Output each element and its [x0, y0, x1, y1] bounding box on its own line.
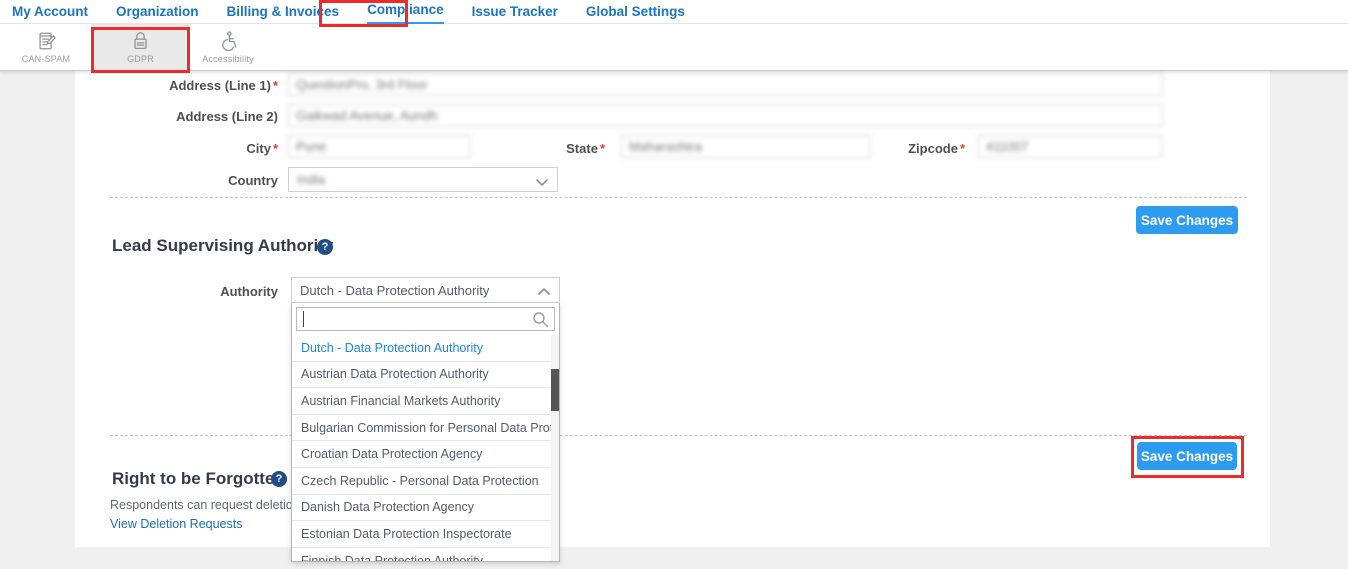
- authority-dropdown-panel: Dutch - Data Protection Authority Austri…: [291, 303, 560, 562]
- compliance-settings-page: My Account Organization Billing & Invoic…: [0, 0, 1348, 569]
- city-input[interactable]: [288, 135, 471, 158]
- authority-option[interactable]: Croatian Data Protection Agency: [292, 441, 552, 468]
- section-divider: [110, 435, 1247, 436]
- nav-issue-tracker[interactable]: Issue Tracker: [472, 1, 558, 23]
- authority-option[interactable]: Austrian Data Protection Authority: [292, 362, 552, 389]
- country-value: India: [297, 172, 325, 187]
- address-line1-label: Address (Line 1)*: [90, 78, 278, 93]
- dropdown-scrollbar-track[interactable]: [551, 335, 559, 561]
- toolbar-label-can-spam: CAN-SPAM: [22, 54, 70, 64]
- required-asterisk: *: [273, 78, 278, 93]
- compliance-toolbar: CAN-SPAM GDPR Accessibility: [0, 24, 1348, 71]
- right-to-be-forgotten-title: Right to be Forgotten: [112, 469, 285, 489]
- state-label: State*: [520, 141, 605, 156]
- address-line2-label: Address (Line 2): [90, 109, 278, 124]
- document-edit-icon: [34, 30, 59, 52]
- authority-option[interactable]: Czech Republic - Personal Data Protectio…: [292, 468, 552, 495]
- toolbar-item-gdpr[interactable]: GDPR: [91, 24, 190, 70]
- authority-option[interactable]: Danish Data Protection Agency: [292, 495, 552, 522]
- authority-selected-value: Dutch - Data Protection Authority: [300, 283, 489, 298]
- zipcode-input[interactable]: [978, 135, 1162, 158]
- top-navigation: My Account Organization Billing & Invoic…: [0, 0, 1348, 24]
- required-asterisk: *: [960, 141, 965, 156]
- chevron-up-icon: [537, 285, 551, 295]
- save-changes-button-authority[interactable]: Save Changes: [1137, 442, 1237, 470]
- authority-select[interactable]: Dutch - Data Protection Authority: [291, 277, 560, 303]
- chevron-down-icon: [535, 175, 549, 185]
- save-changes-button-address[interactable]: Save Changes: [1136, 206, 1238, 234]
- nav-billing-invoices[interactable]: Billing & Invoices: [227, 1, 340, 23]
- zipcode-label: Zipcode*: [880, 141, 965, 156]
- dropdown-scrollbar-thumb[interactable]: [551, 369, 559, 411]
- view-deletion-requests-link[interactable]: View Deletion Requests: [110, 517, 242, 531]
- authority-label: Authority: [130, 284, 278, 299]
- help-icon[interactable]: ?: [271, 471, 287, 487]
- nav-global-settings[interactable]: Global Settings: [586, 1, 685, 23]
- address-line1-input[interactable]: [288, 73, 1163, 96]
- authority-search-box: [296, 307, 555, 331]
- authority-option[interactable]: Finnish Data Protection Authority: [292, 548, 552, 562]
- toolbar-label-gdpr: GDPR: [127, 54, 154, 64]
- nav-organization[interactable]: Organization: [116, 1, 199, 23]
- section-divider: [110, 197, 1247, 198]
- right-to-be-forgotten-description: Respondents can request deletion of: [110, 498, 314, 512]
- help-icon[interactable]: ?: [317, 239, 333, 255]
- lead-authority-title: Lead Supervising Authority: [112, 236, 333, 256]
- search-icon: [532, 311, 549, 328]
- country-label: Country: [90, 173, 278, 188]
- state-input[interactable]: [621, 135, 871, 158]
- lock-icon: [128, 30, 153, 52]
- toolbar-item-accessibility[interactable]: Accessibility: [190, 24, 266, 70]
- required-asterisk: *: [273, 141, 278, 156]
- authority-option[interactable]: Bulgarian Commission for Personal Data P…: [292, 415, 552, 442]
- address-line2-input[interactable]: [288, 104, 1163, 127]
- authority-option[interactable]: Dutch - Data Protection Authority: [292, 335, 552, 362]
- city-label: City*: [90, 141, 278, 156]
- country-select[interactable]: India: [288, 167, 558, 192]
- nav-my-account[interactable]: My Account: [12, 1, 88, 23]
- authority-option[interactable]: Estonian Data Protection Inspectorate: [292, 521, 552, 548]
- toolbar-item-can-spam[interactable]: CAN-SPAM: [10, 24, 82, 70]
- authority-options-list: Dutch - Data Protection Authority Austri…: [292, 335, 552, 562]
- authority-search-input[interactable]: [297, 308, 554, 330]
- nav-compliance[interactable]: Compliance: [367, 0, 444, 24]
- toolbar-label-accessibility: Accessibility: [202, 54, 254, 64]
- text-cursor: [303, 311, 304, 327]
- authority-option[interactable]: Austrian Financial Markets Authority: [292, 388, 552, 415]
- required-asterisk: *: [600, 141, 605, 156]
- accessibility-icon: [216, 30, 241, 52]
